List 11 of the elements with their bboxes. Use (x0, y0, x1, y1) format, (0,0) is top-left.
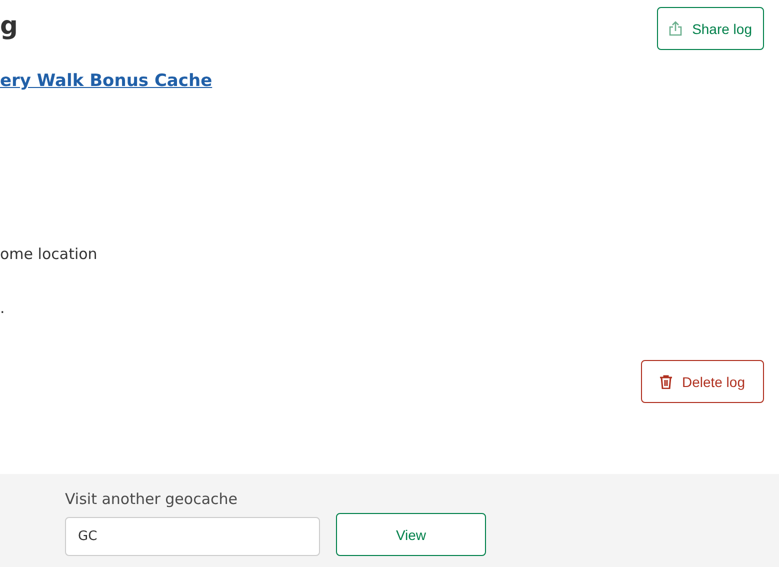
share-icon (669, 21, 682, 36)
view-button[interactable]: View (336, 513, 486, 556)
page-heading: g (0, 11, 18, 41)
cache-link[interactable]: ery Walk Bonus Cache (0, 70, 212, 92)
body-text: ome location (0, 244, 98, 264)
field-label: Visit another geocache (65, 490, 239, 508)
share-button[interactable]: Share log (657, 7, 764, 50)
body-text: . (0, 298, 6, 318)
delete-button[interactable]: Delete log (640, 360, 764, 403)
geocache-code-field[interactable]: GC (65, 516, 320, 556)
trash-icon (660, 374, 672, 388)
